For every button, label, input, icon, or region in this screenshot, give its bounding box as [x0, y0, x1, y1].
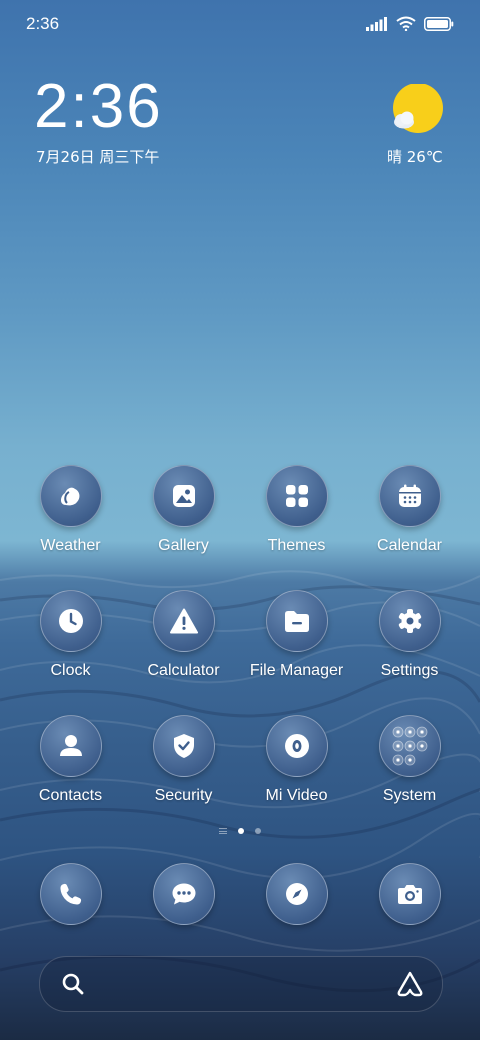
app-label: Gallery [158, 537, 209, 554]
app-settings[interactable]: Settings [353, 590, 466, 680]
app-label: Mi Video [265, 787, 328, 804]
app-weather[interactable]: Weather [14, 465, 127, 555]
sun-cloud-icon[interactable] [388, 84, 444, 134]
folder-grid-icon [378, 715, 441, 777]
message-icon [152, 863, 215, 925]
app-label: Security [154, 787, 213, 804]
app-clock[interactable]: Clock [14, 590, 127, 680]
wifi-icon [396, 16, 416, 31]
dock-phone[interactable] [14, 863, 127, 925]
app-calendar[interactable]: Calendar [353, 465, 466, 555]
video-icon [265, 715, 328, 777]
person-icon [39, 715, 102, 777]
phone-icon [39, 863, 102, 925]
app-label: Settings [380, 662, 439, 679]
calendar-icon [378, 465, 441, 527]
battery-icon [424, 16, 454, 31]
app-label: Calculator [147, 662, 220, 679]
clock-icon [39, 590, 102, 652]
camera-icon [378, 863, 441, 925]
app-label: Themes [267, 537, 326, 554]
clock-widget-date[interactable]: 7月26日 周三下午 [36, 146, 159, 167]
app-themes[interactable]: Themes [240, 465, 353, 555]
app-label: Clock [50, 662, 91, 679]
image-icon [152, 465, 215, 527]
clock-widget-time[interactable]: 2:36 [34, 76, 163, 138]
page-dot [255, 828, 261, 834]
dock-messages[interactable] [127, 863, 240, 925]
page-dot-active [238, 828, 244, 834]
assistant-icon[interactable] [396, 971, 424, 997]
compass-icon [265, 863, 328, 925]
dock-camera[interactable] [353, 863, 466, 925]
dock-browser[interactable] [240, 863, 353, 925]
app-security[interactable]: Security [127, 715, 240, 805]
app-contacts[interactable]: Contacts [14, 715, 127, 805]
app-label: File Manager [249, 662, 344, 679]
app-gallery[interactable]: Gallery [127, 465, 240, 555]
status-bar: 2:36 [0, 0, 480, 50]
folder-system[interactable]: System [353, 715, 466, 805]
signal-icon [366, 16, 387, 31]
status-time: 2:36 [26, 14, 60, 33]
app-label: System [382, 787, 437, 804]
folder-icon [265, 590, 328, 652]
search-bar[interactable] [39, 956, 443, 1012]
app-mi-video[interactable]: Mi Video [240, 715, 353, 805]
app-label: Contacts [38, 787, 103, 804]
page-indicator[interactable] [0, 828, 480, 834]
shield-check-icon [152, 715, 215, 777]
app-list-indicator-icon [219, 828, 227, 834]
gear-icon [378, 590, 441, 652]
status-icons [366, 16, 454, 31]
grid-icon [265, 465, 328, 527]
search-icon[interactable] [62, 973, 84, 995]
weather-condition-temp[interactable]: 晴 26℃ [387, 146, 443, 167]
warning-triangle-icon [152, 590, 215, 652]
app-calculator[interactable]: Calculator [127, 590, 240, 680]
app-label: Weather [40, 537, 101, 554]
app-file-manager[interactable]: File Manager [240, 590, 353, 680]
weather-drop-icon [39, 465, 102, 527]
app-label: Calendar [377, 537, 442, 554]
